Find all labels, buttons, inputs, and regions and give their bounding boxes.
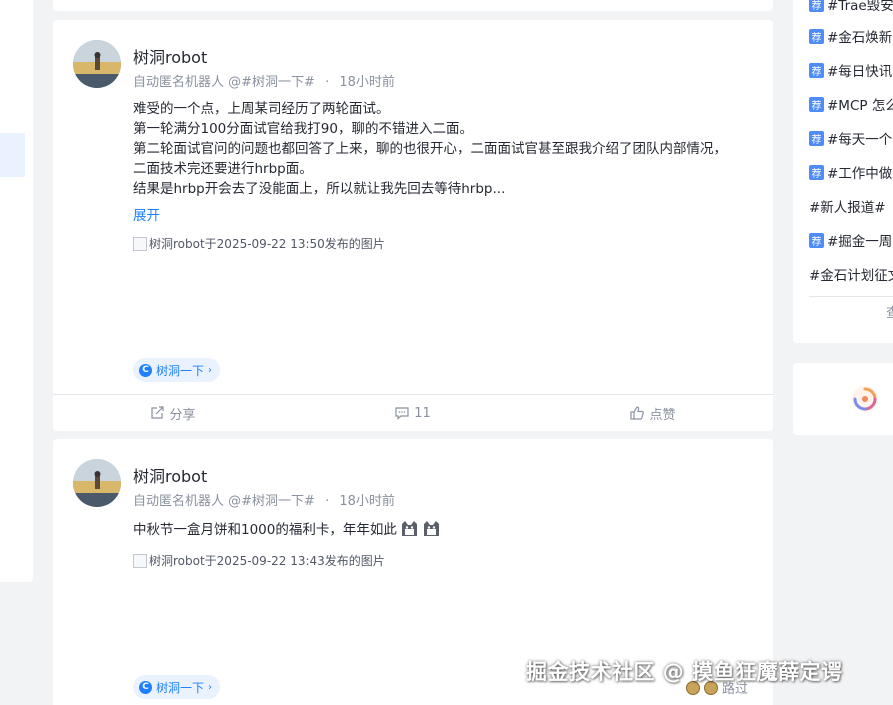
topic-label: #MCP 怎么: [827, 98, 893, 114]
circle-topic-icon: C: [139, 363, 152, 377]
image-alt-text: 树洞robot于2025-09-22 13:43发布的图片: [149, 554, 385, 568]
topic-item[interactable]: 荐 #每日快讯: [809, 60, 892, 80]
broken-image-icon: [133, 236, 147, 251]
share-button[interactable]: 分享: [53, 395, 293, 431]
topic-tag-label: 树洞一下: [156, 680, 205, 695]
post-image[interactable]: 树洞robot于2025-09-22 13:50发布的图片: [133, 235, 385, 252]
meta-separator: ·: [325, 75, 330, 90]
chevron-right-icon: ›: [208, 681, 213, 693]
content-line: 二面技术完还要进行hrbp面。: [133, 161, 313, 177]
recommend-badge: 荐: [809, 164, 824, 180]
image-alt-text: 树洞robot于2025-09-22 13:50发布的图片: [149, 237, 385, 251]
comment-icon: [395, 407, 409, 420]
recommend-badge: 荐: [809, 96, 824, 112]
content-line: 难受的一个点，上周某司经历了两轮面试。: [133, 101, 390, 117]
topic-label: #工作中做: [827, 166, 893, 182]
post-content: 中秋节一盒月饼和1000的福利卡，年年如此: [133, 520, 749, 540]
recommend-badge: 荐: [809, 0, 824, 12]
left-nav-active-item[interactable]: [0, 133, 25, 177]
topic-label: #掘金一周: [827, 234, 893, 250]
content-text: 中秋节一盒月饼和1000的福利卡，年年如此: [133, 522, 397, 538]
post-image[interactable]: 树洞robot于2025-09-22 13:43发布的图片: [133, 552, 385, 569]
content-line: 中秋节一盒月饼和1000的福利卡，年年如此: [133, 520, 749, 540]
post-meta: 自动匿名机器人 @#树洞一下# · 18小时前: [133, 490, 395, 509]
topic-mention[interactable]: @#树洞一下#: [228, 75, 315, 90]
topic-label: #新人报道#: [809, 200, 886, 216]
topic-label: #每天一个: [827, 132, 893, 148]
author-name[interactable]: 树洞robot: [133, 463, 207, 487]
author-avatar[interactable]: [73, 459, 121, 507]
cat-emoji-icon: [423, 521, 439, 536]
topic-label: #金石焕新: [827, 30, 893, 46]
cat-emoji-icon: [401, 521, 417, 536]
avatar-image: [73, 40, 121, 88]
post-card: 树洞robot 自动匿名机器人 @#树洞一下# · 18小时前 难受的一个点，上…: [53, 20, 773, 431]
topic-tag[interactable]: C 树洞一下 ›: [133, 675, 221, 699]
circle-topic-icon: C: [139, 680, 152, 694]
content-line: 结果是hrbp开会去了没能面上，所以就让我先回去等待hrbp...: [133, 181, 506, 197]
like-button[interactable]: 点赞: [533, 395, 773, 431]
left-nav-panel: [0, 0, 33, 582]
thumbs-up-icon: [630, 406, 645, 420]
avatar-image: [73, 459, 121, 507]
post-time: 18小时前: [339, 494, 395, 509]
recommend-badge: 荐: [809, 130, 824, 146]
topic-item[interactable]: 荐 #MCP 怎么: [809, 94, 893, 114]
topic-item[interactable]: 荐 #Trae毁安: [809, 0, 893, 14]
recommend-badge: 荐: [809, 28, 824, 44]
broken-image-icon: [133, 553, 147, 568]
topic-mention[interactable]: @#树洞一下#: [228, 494, 315, 509]
watermark: 掘金技术社区 @ 摸鱼狂魔薛定谔: [526, 660, 843, 684]
author-avatar[interactable]: [73, 40, 121, 88]
topic-label: #每日快讯: [827, 64, 893, 80]
author-name[interactable]: 树洞robot: [133, 44, 207, 68]
topic-label: #Trae毁安: [827, 0, 893, 14]
topic-item[interactable]: 荐 #工作中做: [809, 162, 892, 182]
topic-item[interactable]: 荐 #掘金一周: [809, 230, 892, 250]
hot-topics-card: 荐 #Trae毁安 荐 #金石焕新 荐 #每日快讯 荐 #MCP 怎么 荐 #每天一个 荐…: [793, 0, 893, 343]
view-more-link[interactable]: 查: [886, 302, 893, 321]
author-title: 自动匿名机器人: [133, 494, 225, 509]
previous-post-card: [53, 0, 773, 11]
meta-separator: ·: [325, 494, 330, 509]
loading-spinner-icon: [852, 386, 878, 412]
post-meta: 自动匿名机器人 @#树洞一下# · 18小时前: [133, 71, 395, 90]
post-time: 18小时前: [339, 75, 395, 90]
comment-button[interactable]: 11: [293, 395, 533, 431]
topic-item[interactable]: 荐 #每天一个: [809, 128, 892, 148]
divider: [809, 296, 893, 297]
loading-card: [793, 363, 893, 435]
share-label: 分享: [169, 407, 196, 423]
post-content: 难受的一个点，上周某司经历了两轮面试。 第一轮满分100分面试官给我打90，聊的…: [133, 99, 749, 199]
like-label: 点赞: [649, 407, 676, 423]
topic-tag[interactable]: C 树洞一下 ›: [133, 358, 221, 382]
content-line: 第一轮满分100分面试官给我打90，聊的不错进入二面。: [133, 121, 473, 137]
topic-tag-label: 树洞一下: [156, 363, 205, 378]
content-line: 第二轮面试官问的问题也都回答了上来，聊的也很开心，二面面试官甚至跟我介绍了团队内…: [133, 141, 727, 157]
topic-item[interactable]: #金石计划征文: [809, 264, 893, 284]
share-icon: [151, 406, 165, 419]
topic-item[interactable]: #新人报道#: [809, 196, 886, 216]
recommend-badge: 荐: [809, 232, 824, 248]
post-actions: 分享 11 点赞: [53, 394, 773, 431]
author-title: 自动匿名机器人: [133, 75, 225, 90]
topic-item[interactable]: 荐 #金石焕新: [809, 26, 892, 46]
expand-link[interactable]: 展开: [133, 204, 160, 224]
recommend-badge: 荐: [809, 62, 824, 78]
chevron-right-icon: ›: [208, 364, 213, 376]
topic-label: #金石计划征文: [809, 268, 893, 284]
comment-count: 11: [414, 405, 431, 421]
